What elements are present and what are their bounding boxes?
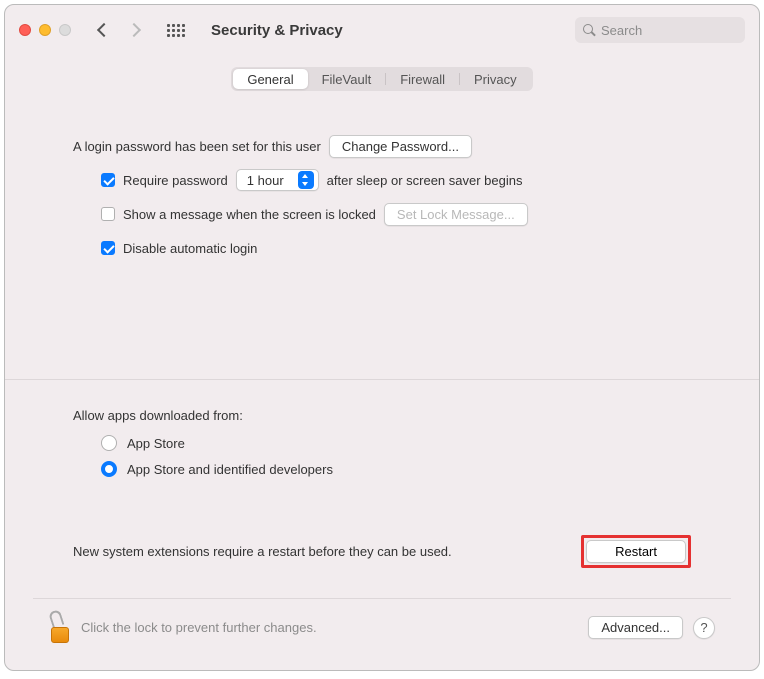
search-field[interactable]: Search xyxy=(575,17,745,43)
toolbar: Security & Privacy Search xyxy=(5,5,759,55)
disable-auto-login-checkbox[interactable] xyxy=(101,241,115,255)
set-lock-message-button: Set Lock Message... xyxy=(384,203,528,226)
lock-text: Click the lock to prevent further change… xyxy=(81,620,578,635)
content-area: General FileVault Firewall Privacy A log… xyxy=(5,55,759,670)
password-set-label: A login password has been set for this u… xyxy=(73,139,321,154)
require-password-label: Require password xyxy=(123,173,228,188)
radio-app-store-identified[interactable] xyxy=(101,461,117,477)
show-message-label: Show a message when the screen is locked xyxy=(123,207,376,222)
advanced-button[interactable]: Advanced... xyxy=(588,616,683,639)
restart-row: New system extensions require a restart … xyxy=(33,535,731,568)
back-button[interactable] xyxy=(97,23,111,37)
restart-button[interactable]: Restart xyxy=(586,540,686,563)
login-section: A login password has been set for this u… xyxy=(33,133,731,269)
window-controls xyxy=(19,24,71,36)
zoom-window-button xyxy=(59,24,71,36)
search-placeholder: Search xyxy=(601,23,642,38)
downloads-section: Allow apps downloaded from: App Store Ap… xyxy=(33,380,731,487)
tab-bar: General FileVault Firewall Privacy xyxy=(231,67,532,91)
footer: Click the lock to prevent further change… xyxy=(33,598,731,656)
change-password-button[interactable]: Change Password... xyxy=(329,135,472,158)
tab-privacy[interactable]: Privacy xyxy=(460,69,531,89)
show-all-icon[interactable] xyxy=(167,24,185,37)
window-title: Security & Privacy xyxy=(211,22,343,39)
preferences-window: Security & Privacy Search General FileVa… xyxy=(4,4,760,671)
search-icon xyxy=(583,24,595,36)
show-message-checkbox[interactable] xyxy=(101,207,115,221)
forward-button xyxy=(127,23,141,37)
tab-general[interactable]: General xyxy=(233,69,307,89)
restart-message: New system extensions require a restart … xyxy=(73,544,452,559)
stepper-icon xyxy=(298,171,314,189)
tab-filevault[interactable]: FileVault xyxy=(308,69,386,89)
radio-app-store-identified-label: App Store and identified developers xyxy=(127,462,333,477)
require-password-delay-select[interactable]: 1 hour xyxy=(236,169,319,191)
close-window-button[interactable] xyxy=(19,24,31,36)
help-button[interactable]: ? xyxy=(693,617,715,639)
minimize-window-button[interactable] xyxy=(39,24,51,36)
lock-icon[interactable] xyxy=(49,613,71,643)
require-password-checkbox[interactable] xyxy=(101,173,115,187)
restart-highlight: Restart xyxy=(581,535,691,568)
require-password-suffix: after sleep or screen saver begins xyxy=(327,173,523,188)
downloads-title: Allow apps downloaded from: xyxy=(73,408,691,423)
tab-firewall[interactable]: Firewall xyxy=(386,69,459,89)
require-password-delay-value: 1 hour xyxy=(247,173,284,188)
radio-app-store[interactable] xyxy=(101,435,117,451)
radio-app-store-label: App Store xyxy=(127,436,185,451)
disable-auto-login-label: Disable automatic login xyxy=(123,241,257,256)
nav-arrows xyxy=(99,25,139,35)
